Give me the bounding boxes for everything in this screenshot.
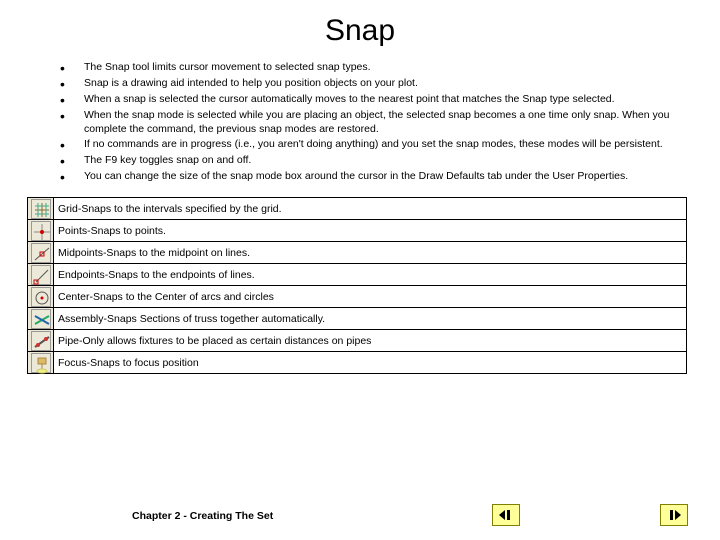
- table-row: Center-Snaps to the Center of arcs and c…: [28, 286, 687, 308]
- snap-icon-cell: [28, 242, 54, 264]
- bullet-dot: •: [60, 169, 84, 184]
- prev-arrow-icon: [497, 508, 515, 522]
- bullet-item: •If no commands are in progress (i.e., y…: [60, 137, 690, 152]
- points-icon[interactable]: [31, 221, 51, 241]
- table-row: Assembly-Snaps Sections of truss togethe…: [28, 308, 687, 330]
- bullet-list: •The Snap tool limits cursor movement to…: [0, 56, 720, 191]
- grid-icon[interactable]: [31, 199, 51, 219]
- snap-desc: Focus-Snaps to focus position: [54, 352, 687, 374]
- bullet-text: When a snap is selected the cursor autom…: [84, 92, 690, 107]
- snap-desc: Points-Snaps to points.: [54, 220, 687, 242]
- bullet-item: •The F9 key toggles snap on and off.: [60, 153, 690, 168]
- table-row: Pipe-Only allows fixtures to be placed a…: [28, 330, 687, 352]
- snap-mode-table: Grid-Snaps to the intervals specified by…: [27, 197, 687, 374]
- table-row: Endpoints-Snaps to the endpoints of line…: [28, 264, 687, 286]
- table-row: Points-Snaps to points.: [28, 220, 687, 242]
- assembly-icon[interactable]: [31, 309, 51, 329]
- bullet-item: •You can change the size of the snap mod…: [60, 169, 690, 184]
- snap-icon-cell: [28, 198, 54, 220]
- footer-text: Chapter 2 - Creating The Set: [132, 510, 273, 522]
- focus-icon[interactable]: [31, 353, 51, 373]
- page-title: Snap: [0, 0, 720, 56]
- midpoint-icon[interactable]: [31, 243, 51, 263]
- center-icon[interactable]: [31, 287, 51, 307]
- bullet-dot: •: [60, 60, 84, 75]
- snap-icon-cell: [28, 264, 54, 286]
- snap-desc: Endpoints-Snaps to the endpoints of line…: [54, 264, 687, 286]
- table-row: Midpoints-Snaps to the midpoint on lines…: [28, 242, 687, 264]
- prev-button[interactable]: [492, 504, 520, 526]
- bullet-dot: •: [60, 108, 84, 136]
- bullet-item: •The Snap tool limits cursor movement to…: [60, 60, 690, 75]
- snap-icon-cell: [28, 308, 54, 330]
- bullet-dot: •: [60, 76, 84, 91]
- snap-icon-cell: [28, 286, 54, 308]
- bullet-dot: •: [60, 92, 84, 107]
- bullet-text: The F9 key toggles snap on and off.: [84, 153, 690, 168]
- snap-icon-cell: [28, 220, 54, 242]
- pipe-icon[interactable]: [31, 331, 51, 351]
- snap-icon-cell: [28, 352, 54, 374]
- bullet-item: •When a snap is selected the cursor auto…: [60, 92, 690, 107]
- snap-icon-cell: [28, 330, 54, 352]
- snap-desc: Grid-Snaps to the intervals specified by…: [54, 198, 687, 220]
- snap-desc: Midpoints-Snaps to the midpoint on lines…: [54, 242, 687, 264]
- bullet-dot: •: [60, 137, 84, 152]
- bullet-dot: •: [60, 153, 84, 168]
- endpoint-icon[interactable]: [31, 265, 51, 285]
- bullet-text: Snap is a drawing aid intended to help y…: [84, 76, 690, 91]
- next-button[interactable]: [660, 504, 688, 526]
- table-row: Focus-Snaps to focus position: [28, 352, 687, 374]
- bullet-text: You can change the size of the snap mode…: [84, 169, 690, 184]
- snap-desc: Center-Snaps to the Center of arcs and c…: [54, 286, 687, 308]
- bullet-item: •Snap is a drawing aid intended to help …: [60, 76, 690, 91]
- bullet-text: If no commands are in progress (i.e., yo…: [84, 137, 690, 152]
- snap-desc: Assembly-Snaps Sections of truss togethe…: [54, 308, 687, 330]
- bullet-text: When the snap mode is selected while you…: [84, 108, 690, 136]
- table-row: Grid-Snaps to the intervals specified by…: [28, 198, 687, 220]
- bullet-item: •When the snap mode is selected while yo…: [60, 108, 690, 136]
- snap-desc: Pipe-Only allows fixtures to be placed a…: [54, 330, 687, 352]
- bullet-text: The Snap tool limits cursor movement to …: [84, 60, 690, 75]
- next-arrow-icon: [665, 508, 683, 522]
